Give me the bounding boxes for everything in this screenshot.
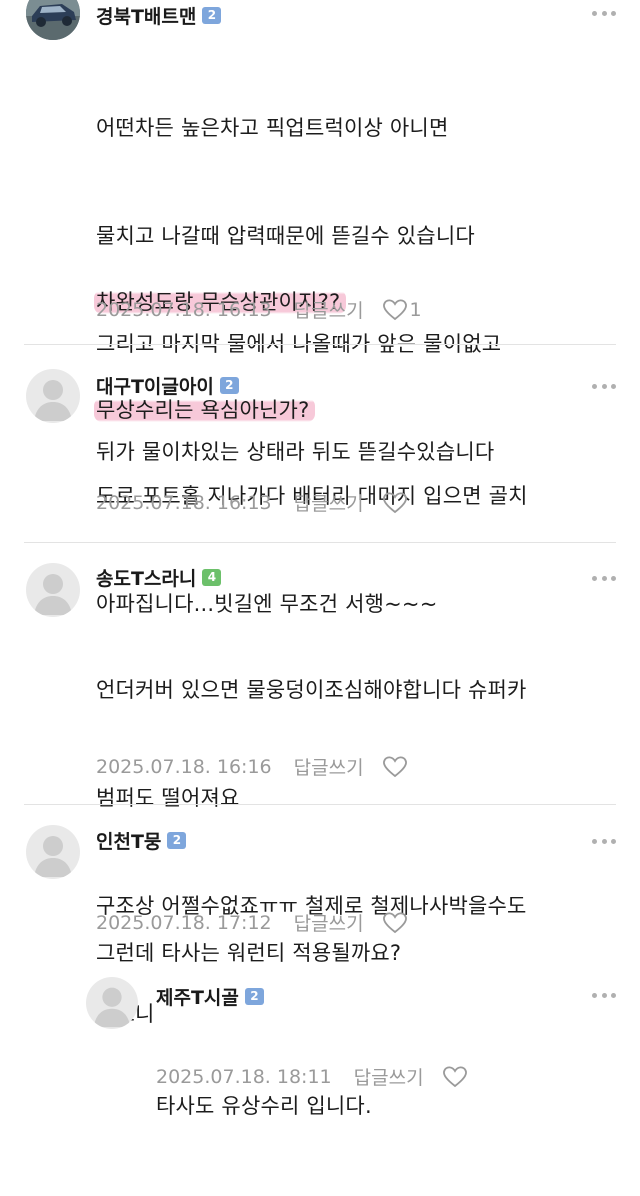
reply-button[interactable]: 답글쓰기 bbox=[354, 1063, 424, 1090]
default-user-avatar-icon bbox=[34, 380, 72, 421]
comment-item: 대구T이글아이 2 도로 포트홀 지나가다 배터리 대미지 입으면 골치 아파집… bbox=[0, 345, 640, 616]
default-user-avatar-icon bbox=[93, 987, 131, 1028]
avatar[interactable] bbox=[26, 825, 80, 879]
comment-meta: 2025.07.18. 18:11 답글쓰기 bbox=[156, 1063, 468, 1090]
comment-line: 어떤차든 높은차고 픽업트럭이상 아니면 bbox=[96, 116, 449, 140]
like-count: 1 bbox=[409, 298, 422, 321]
comment-meta: 2025.07.18. 16:13 답글쓰기 bbox=[96, 489, 408, 516]
more-options-icon[interactable] bbox=[592, 992, 616, 998]
like-button[interactable] bbox=[382, 911, 408, 935]
level-badge: 2 bbox=[219, 377, 239, 394]
author-row: 제주T시골 2 bbox=[156, 983, 264, 1010]
reply-button[interactable]: 답글쓰기 bbox=[294, 753, 364, 780]
level-badge: 2 bbox=[202, 7, 222, 24]
level-badge: 4 bbox=[202, 569, 222, 586]
car-photo-avatar-icon bbox=[26, 0, 80, 40]
more-options-icon[interactable] bbox=[592, 838, 616, 844]
level-badge: 2 bbox=[167, 832, 187, 849]
like-button[interactable] bbox=[382, 755, 408, 779]
avatar[interactable] bbox=[26, 563, 80, 617]
comment-text: 타사도 유상수리 입니다. bbox=[156, 1016, 372, 1196]
more-options-icon[interactable] bbox=[592, 10, 616, 16]
heart-icon bbox=[382, 911, 407, 933]
comment-item: 송도T스라니 4 언더커버 있으면 물웅덩이조심해야합니다 슈퍼카 범퍼도 떨어… bbox=[0, 543, 640, 1026]
default-user-avatar-icon bbox=[34, 836, 72, 877]
avatar[interactable] bbox=[26, 369, 80, 423]
heart-icon bbox=[382, 298, 407, 320]
heart-icon bbox=[382, 491, 407, 513]
timestamp: 2025.07.18. 16:16 bbox=[96, 755, 272, 778]
more-options-icon[interactable] bbox=[592, 575, 616, 581]
comment-item: 경북T배트맨 2 어떤차든 높은차고 픽업트럭이상 아니면 물치고 나갈때 압력… bbox=[0, 0, 640, 464]
heart-icon bbox=[382, 755, 407, 777]
comment-item: 인천T뭉 2 그런데 타사는 워런티 적용될까요? 2025.07.18. 17… bbox=[0, 805, 640, 965]
author-name[interactable]: 제주T시골 bbox=[156, 983, 239, 1010]
author-row: 송도T스라니 4 bbox=[96, 564, 222, 591]
like-button[interactable] bbox=[382, 491, 408, 515]
author-row: 인천T뭉 2 bbox=[96, 827, 187, 854]
default-user-avatar-icon bbox=[34, 574, 72, 615]
author-row: 대구T이글아이 2 bbox=[96, 372, 239, 399]
timestamp: 2025.07.18. 17:12 bbox=[96, 911, 272, 934]
like-button[interactable] bbox=[442, 1065, 468, 1089]
comment-meta: 2025.07.18. 16:16 답글쓰기 bbox=[96, 753, 408, 780]
author-name[interactable]: 경북T배트맨 bbox=[96, 2, 196, 29]
comment-meta: 2025.07.18. 17:12 답글쓰기 bbox=[96, 909, 408, 936]
timestamp: 2025.07.18. 18:11 bbox=[156, 1065, 332, 1088]
avatar[interactable] bbox=[26, 0, 80, 40]
heart-icon bbox=[442, 1065, 467, 1087]
timestamp: 2025.07.18. 16:13 bbox=[96, 298, 272, 321]
author-name[interactable]: 송도T스라니 bbox=[96, 564, 196, 591]
reply-item: 제주T시골 2 타사도 유상수리 입니다. 2025.07.18. 18:11 … bbox=[0, 955, 640, 1118]
like-button[interactable]: 1 bbox=[382, 298, 422, 322]
author-name[interactable]: 대구T이글아이 bbox=[96, 372, 214, 399]
reply-button[interactable]: 답글쓰기 bbox=[294, 489, 364, 516]
timestamp: 2025.07.18. 16:13 bbox=[96, 491, 272, 514]
reply-button[interactable]: 답글쓰기 bbox=[294, 296, 364, 323]
author-row: 경북T배트맨 2 bbox=[96, 2, 222, 29]
reply-button[interactable]: 답글쓰기 bbox=[294, 909, 364, 936]
avatar[interactable] bbox=[86, 977, 138, 1029]
comment-meta: 2025.07.18. 16:13 답글쓰기 1 bbox=[96, 296, 422, 323]
level-badge: 2 bbox=[244, 988, 264, 1005]
comment-line: 언더커버 있으면 물웅덩이조심해야합니다 슈퍼카 bbox=[96, 678, 527, 702]
author-name[interactable]: 인천T뭉 bbox=[96, 827, 161, 854]
comment-line: 타사도 유상수리 입니다. bbox=[156, 1094, 372, 1118]
more-options-icon[interactable] bbox=[592, 383, 616, 389]
